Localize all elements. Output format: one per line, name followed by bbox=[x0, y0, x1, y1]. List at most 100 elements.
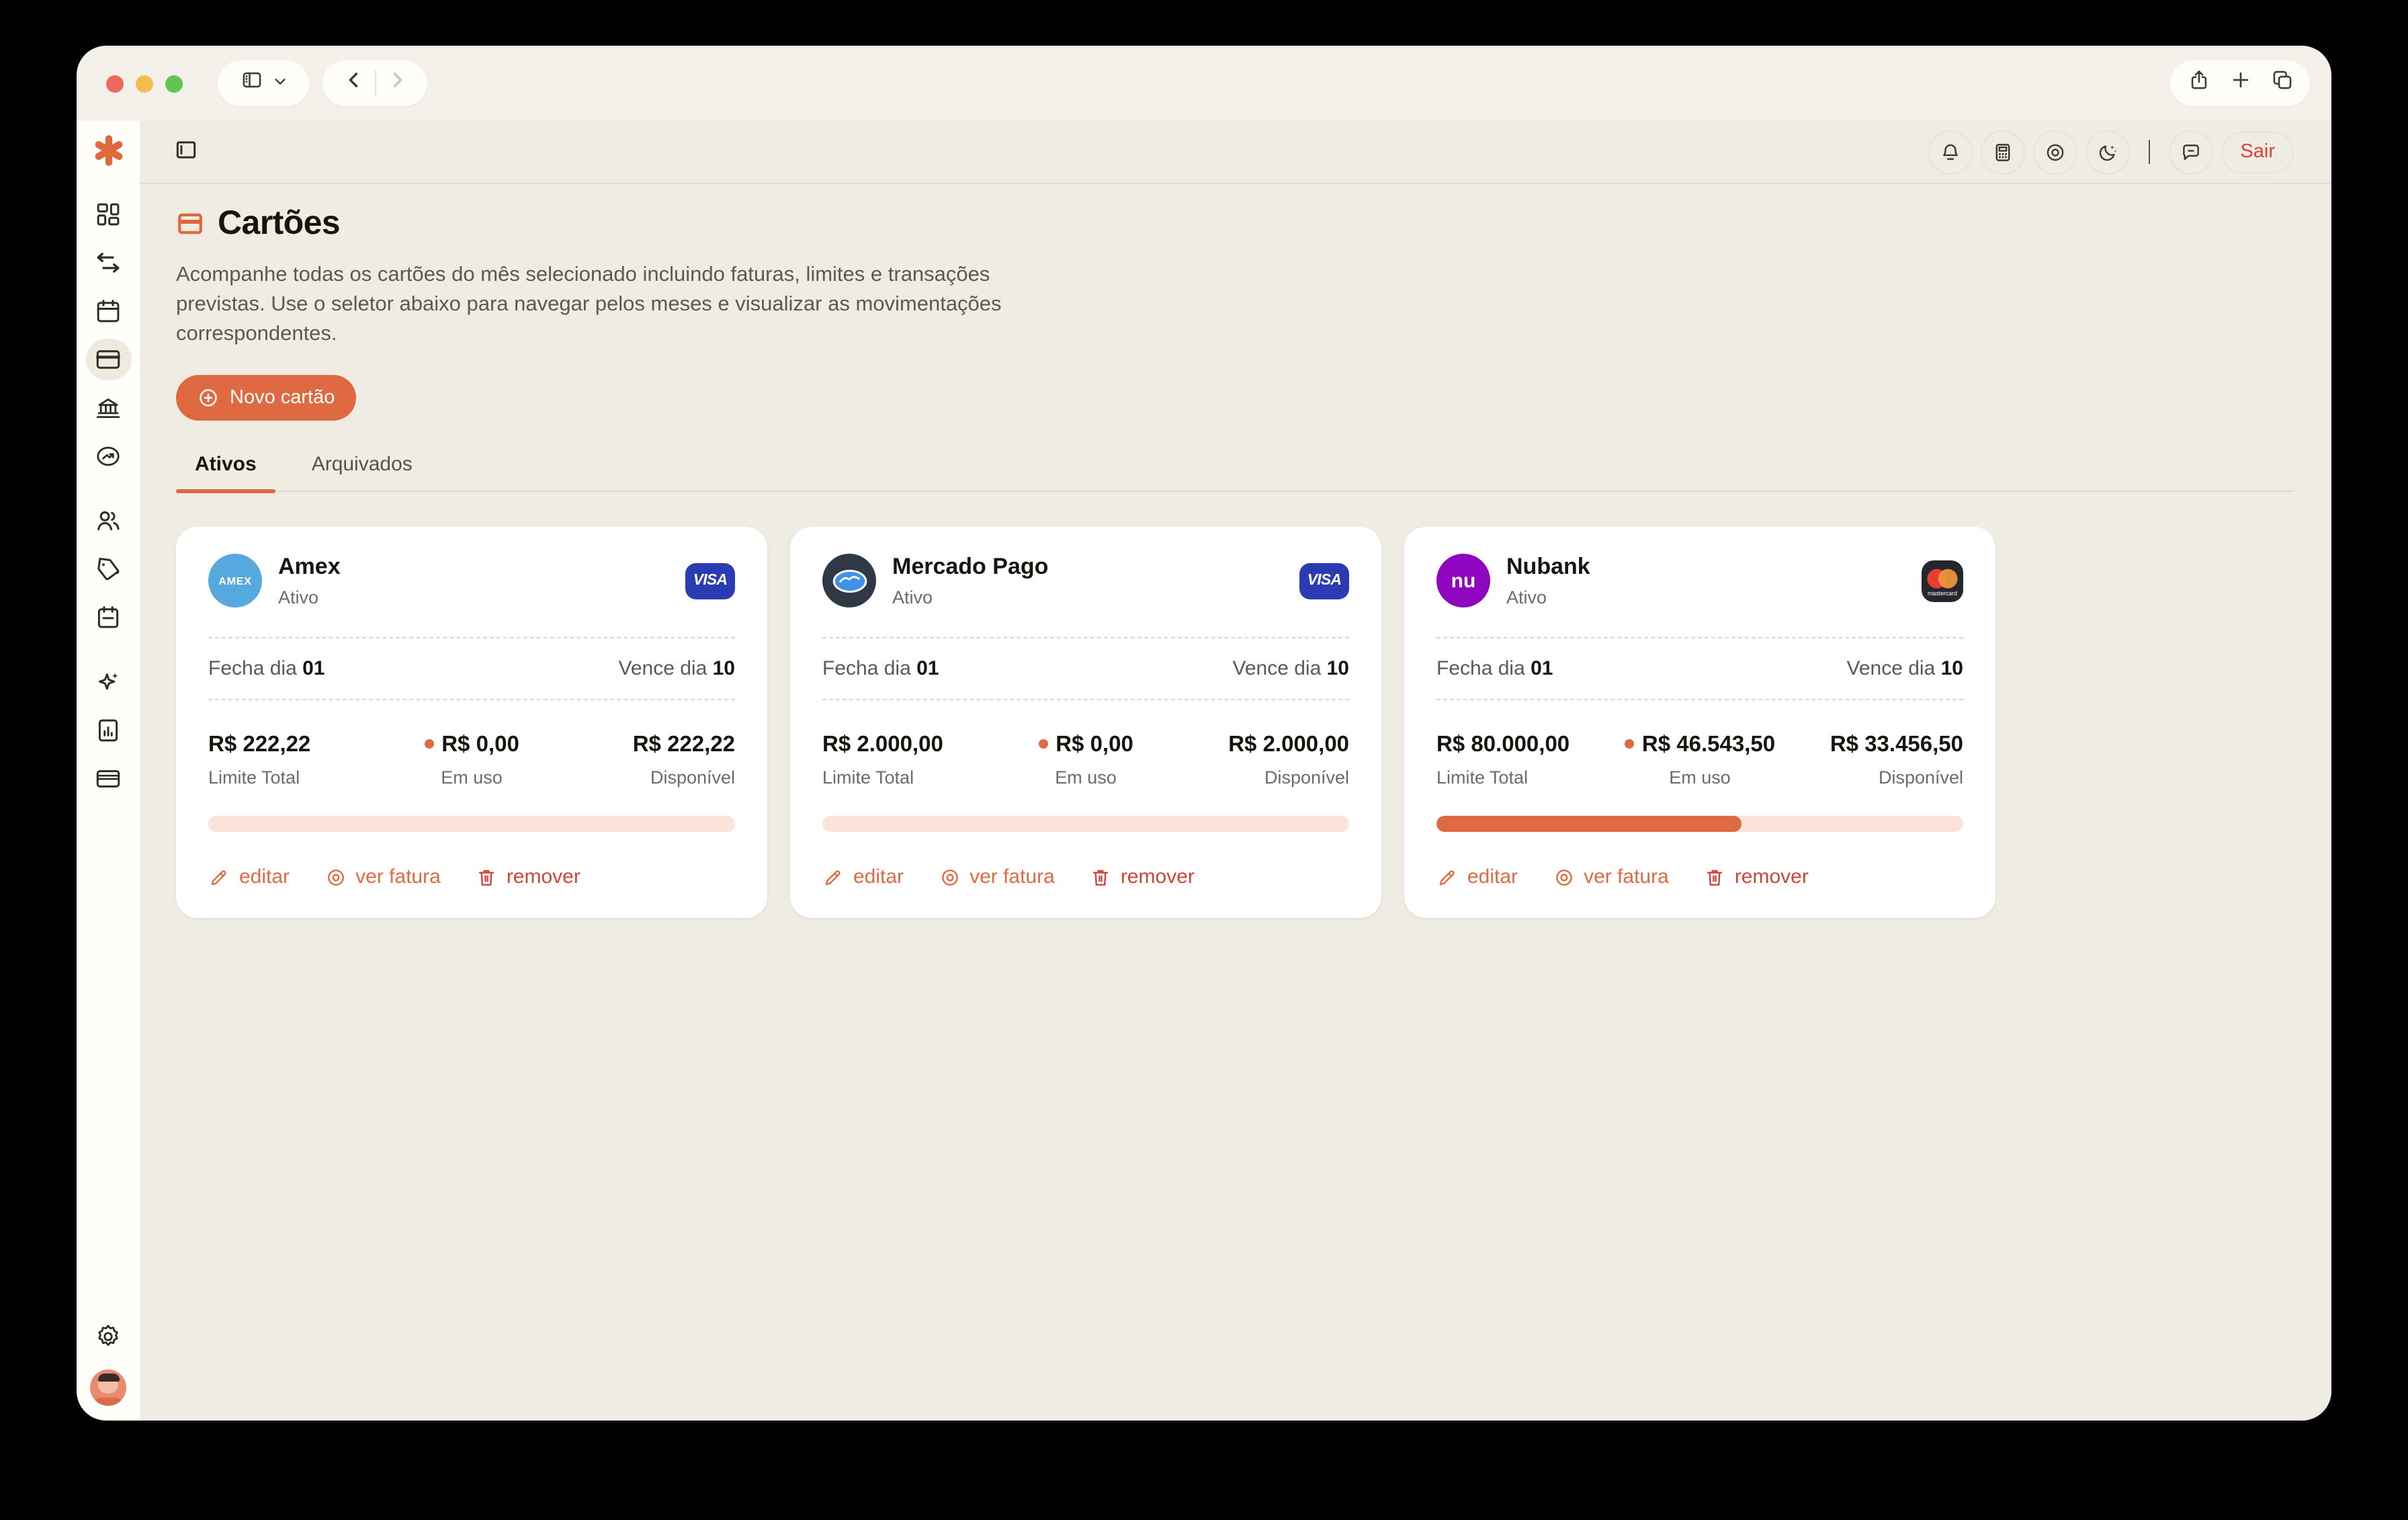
sidebar-item-notes[interactable] bbox=[85, 596, 131, 638]
notifications-button[interactable] bbox=[1928, 130, 1972, 174]
browser-sidebar-toggle[interactable] bbox=[218, 60, 309, 106]
dark-mode-button[interactable] bbox=[2085, 130, 2129, 174]
used-label: Em uso bbox=[1612, 767, 1787, 788]
remove-card-button[interactable]: remover bbox=[1090, 865, 1195, 888]
chevron-down-icon bbox=[272, 71, 287, 95]
pencil-icon bbox=[1436, 866, 1458, 888]
sidebar-item-reports[interactable] bbox=[85, 709, 131, 751]
limit-column: R$ 2.000,00 Limite Total bbox=[822, 732, 998, 788]
forward-button[interactable] bbox=[385, 69, 408, 98]
avatar-shirt bbox=[93, 1398, 124, 1406]
view-invoice-button[interactable]: ver fatura bbox=[325, 865, 441, 888]
pencil-icon bbox=[208, 866, 230, 888]
view-invoice-button[interactable]: ver fatura bbox=[939, 865, 1055, 888]
logout-button[interactable]: Sair bbox=[2221, 131, 2294, 173]
card-header: Mercado Pago Ativo VISA mastercard bbox=[822, 554, 1349, 607]
available-column: R$ 222,22 Disponível bbox=[560, 732, 735, 788]
user-avatar[interactable] bbox=[90, 1369, 126, 1406]
card-name: Amex bbox=[278, 554, 341, 581]
remove-card-button[interactable]: remover bbox=[476, 865, 580, 888]
sidebar-item-performance[interactable] bbox=[85, 435, 131, 476]
used-value: R$ 46.543,50 bbox=[1612, 732, 1787, 758]
sidebar-item-ai[interactable] bbox=[85, 661, 131, 702]
app-logo-asterisk-icon[interactable] bbox=[91, 133, 126, 168]
card-header: AMEX Amex Ativo VISA mastercard bbox=[208, 554, 735, 607]
used-dot-icon bbox=[424, 739, 433, 749]
available-label: Disponível bbox=[560, 767, 735, 788]
new-tab-button[interactable] bbox=[2229, 69, 2251, 98]
sidebar-item-transactions[interactable] bbox=[85, 241, 131, 283]
toolbar-divider bbox=[2148, 140, 2150, 164]
circle-dot-icon bbox=[1553, 866, 1574, 888]
collapse-sidebar-icon[interactable] bbox=[173, 137, 203, 167]
sidebar-item-bank[interactable] bbox=[85, 386, 131, 428]
used-label: Em uso bbox=[384, 767, 559, 788]
card-name: Mercado Pago bbox=[892, 554, 1048, 581]
browser-nav-buttons bbox=[322, 60, 427, 106]
traffic-lights bbox=[106, 75, 183, 92]
sidebar-bottom bbox=[85, 1316, 131, 1406]
sidebar-toggle-icon bbox=[240, 69, 263, 98]
credit-card-item: AMEX Amex Ativo VISA mastercard Fecha di… bbox=[176, 527, 767, 918]
new-card-button[interactable]: Novo cartão bbox=[176, 375, 356, 421]
zoom-window-button[interactable] bbox=[165, 75, 183, 92]
focus-button[interactable] bbox=[2032, 130, 2077, 174]
tab-arquivados[interactable]: Arquivados bbox=[293, 441, 431, 491]
due-day: Vence dia 10 bbox=[1233, 657, 1350, 680]
sidebar-item-calendar[interactable] bbox=[85, 290, 131, 331]
sidebar-item-settings[interactable] bbox=[85, 1316, 131, 1357]
edit-card-button[interactable]: editar bbox=[822, 865, 904, 888]
used-column: R$ 0,00 Em uso bbox=[384, 732, 559, 788]
tabs: Ativos Arquivados bbox=[176, 441, 2294, 492]
card-usage-bar bbox=[1436, 816, 1963, 832]
sidebar-item-dashboard[interactable] bbox=[85, 193, 131, 235]
browser-window: Sair Cartões Acompanhe todas os cartões … bbox=[77, 46, 2331, 1421]
sidebar-item-cards[interactable] bbox=[85, 338, 131, 380]
browser-tab-controls bbox=[2170, 60, 2310, 106]
card-actions: editar ver fatura remover bbox=[822, 865, 1349, 888]
available-column: R$ 2.000,00 Disponível bbox=[1174, 732, 1349, 788]
sidebar-item-users[interactable] bbox=[85, 499, 131, 541]
available-value: R$ 33.456,50 bbox=[1788, 732, 1963, 758]
tab-ativos[interactable]: Ativos bbox=[176, 441, 275, 491]
close-window-button[interactable] bbox=[106, 75, 124, 92]
limit-value: R$ 80.000,00 bbox=[1436, 732, 1612, 758]
edit-card-button[interactable]: editar bbox=[1436, 865, 1518, 888]
card-status: Ativo bbox=[278, 587, 341, 607]
back-button[interactable] bbox=[342, 69, 365, 98]
brand-badge-visa: VISA bbox=[685, 562, 735, 599]
close-day: Fecha dia 01 bbox=[1436, 657, 1553, 680]
toolbar-icons-left bbox=[1928, 130, 2129, 174]
minimize-window-button[interactable] bbox=[136, 75, 153, 92]
view-invoice-button[interactable]: ver fatura bbox=[1553, 865, 1669, 888]
share-button[interactable] bbox=[2187, 69, 2210, 98]
card-header: nu Nubank Ativo VISA mastercard bbox=[1436, 554, 1963, 607]
card-title-icon bbox=[176, 210, 204, 238]
card-names: Mercado Pago Ativo bbox=[892, 554, 1048, 607]
used-value: R$ 0,00 bbox=[998, 732, 1173, 758]
chat-button[interactable] bbox=[2169, 130, 2213, 174]
edit-card-button[interactable]: editar bbox=[208, 865, 290, 888]
card-values: R$ 80.000,00 Limite Total R$ 46.543,50 E… bbox=[1436, 732, 1963, 788]
dashed-divider bbox=[208, 699, 735, 700]
used-label: Em uso bbox=[998, 767, 1173, 788]
circle-dot-icon bbox=[939, 866, 960, 888]
available-label: Disponível bbox=[1174, 767, 1349, 788]
sidebar-item-tags[interactable] bbox=[85, 548, 131, 589]
plus-circle-icon bbox=[198, 387, 219, 409]
card-actions: editar ver fatura remover bbox=[208, 865, 735, 888]
dashed-divider bbox=[1436, 699, 1963, 700]
limit-label: Limite Total bbox=[208, 767, 384, 788]
pencil-icon bbox=[822, 866, 844, 888]
card-names: Nubank Ativo bbox=[1506, 554, 1590, 607]
calculator-button[interactable] bbox=[1980, 130, 2024, 174]
browser-titlebar bbox=[77, 46, 2331, 121]
app-body: Sair Cartões Acompanhe todas os cartões … bbox=[77, 121, 2331, 1421]
sidebar-item-accounts[interactable] bbox=[85, 757, 131, 799]
tab-overview-button[interactable] bbox=[2270, 69, 2293, 98]
limit-label: Limite Total bbox=[1436, 767, 1612, 788]
used-column: R$ 46.543,50 Em uso bbox=[1612, 732, 1787, 788]
limit-value: R$ 222,22 bbox=[208, 732, 384, 758]
remove-card-button[interactable]: remover bbox=[1704, 865, 1809, 888]
brand-badge-mastercard: mastercard bbox=[1922, 560, 1963, 601]
